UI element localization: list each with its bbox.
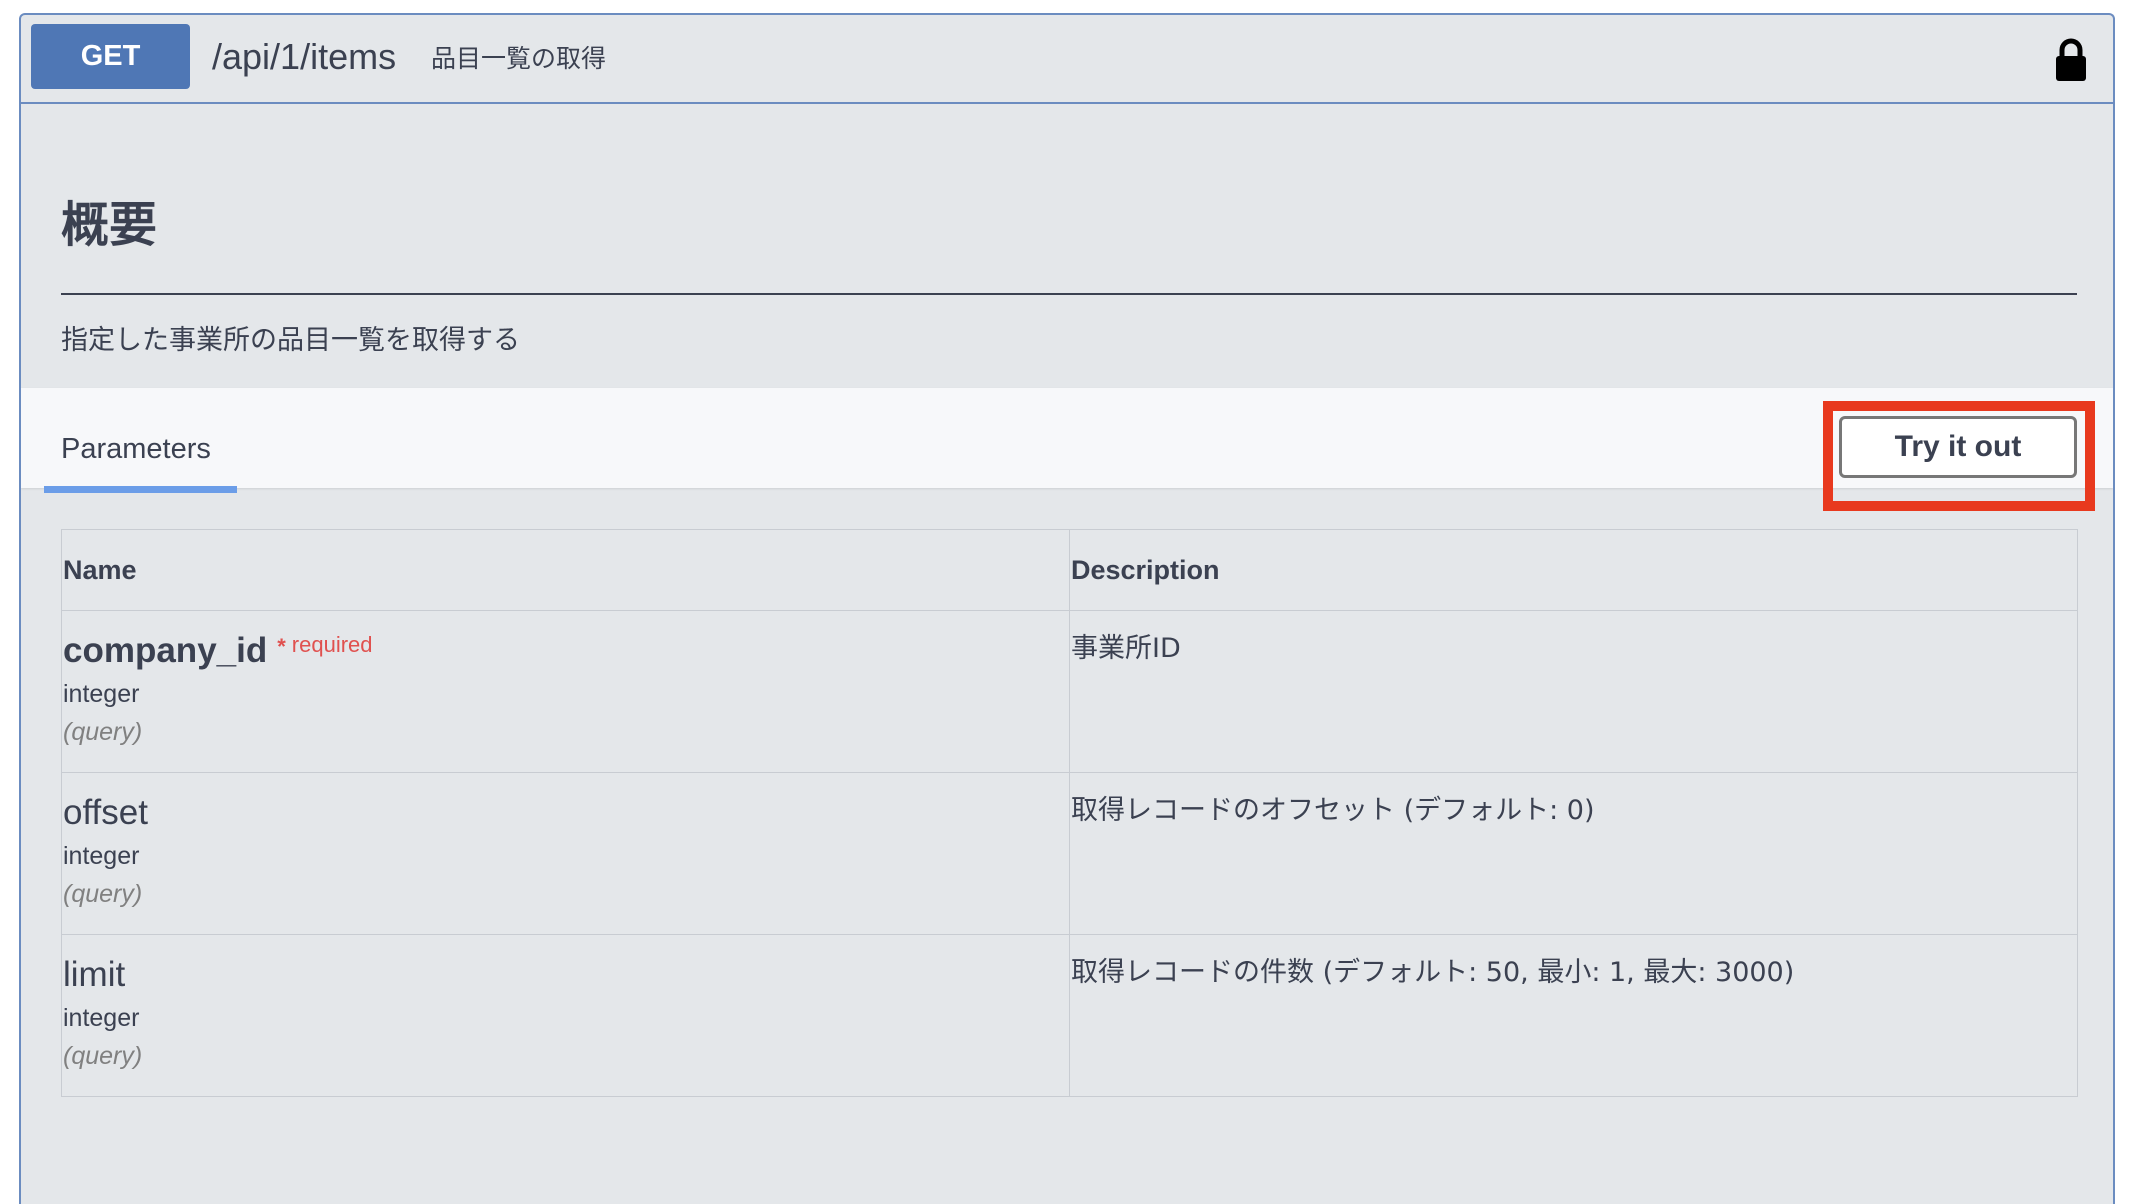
parameter-location: (query)	[63, 1042, 143, 1070]
table-row: limit integer (query) 取得レコードの件数 (デフォルト: …	[61, 934, 2078, 1097]
section-title: 概要	[61, 197, 158, 253]
parameter-name-text: company_id	[63, 631, 268, 670]
parameter-description-cell: 事業所ID	[1069, 610, 2078, 773]
column-header-name: Name	[61, 529, 1070, 611]
section-description: 指定した事業所の品目一覧を取得する	[61, 325, 520, 356]
parameter-description: 取得レコードのオフセット (デフォルト: 0)	[1071, 795, 1595, 826]
parameter-name-cell: company_id * required integer (query)	[61, 610, 1070, 773]
lock-icon[interactable]	[2051, 37, 2091, 85]
parameter-type: integer	[63, 680, 140, 708]
tab-parameters[interactable]: Parameters	[61, 429, 211, 469]
parameter-name-cell: limit integer (query)	[61, 934, 1070, 1097]
try-it-out-button[interactable]: Try it out	[1839, 416, 2077, 478]
table-header-row: Name Description	[61, 529, 2078, 611]
parameter-location: (query)	[63, 718, 143, 746]
parameter-type: integer	[63, 842, 140, 870]
required-star: *	[277, 634, 286, 659]
parameters-table: Name Description company_id * required int…	[61, 529, 2078, 1097]
parameter-type: integer	[63, 1004, 140, 1032]
required-label: required	[291, 632, 373, 657]
operation-summary-text: 品目一覧の取得	[431, 44, 607, 73]
section-divider	[61, 293, 2077, 295]
parameter-name-cell: offset integer (query)	[61, 772, 1070, 935]
tab-active-indicator	[44, 486, 237, 493]
parameters-header: Parameters Try it out	[21, 388, 2113, 511]
parameter-location: (query)	[63, 880, 143, 908]
parameter-name: company_id * required	[63, 629, 1069, 673]
parameter-description: 取得レコードの件数 (デフォルト: 50, 最小: 1, 最大: 3000)	[1071, 957, 1795, 988]
parameter-name: limit	[63, 955, 126, 994]
http-method-badge: GET	[31, 24, 190, 89]
column-header-description: Description	[1069, 529, 2078, 611]
parameter-name: offset	[63, 793, 148, 832]
operation-path: /api/1/items	[212, 36, 397, 77]
table-row: offset integer (query) 取得レコードのオフセット (デフォ…	[61, 772, 2078, 935]
parameter-description-cell: 取得レコードの件数 (デフォルト: 50, 最小: 1, 最大: 3000)	[1069, 934, 2078, 1097]
operation-block: GET /api/1/items 品目一覧の取得 概要 指定した事業所の品目一覧…	[19, 13, 2115, 1204]
parameter-description: 事業所ID	[1071, 633, 1181, 664]
operation-summary[interactable]: GET /api/1/items 品目一覧の取得	[21, 15, 2113, 104]
table-row: company_id * required integer (query) 事業所I…	[61, 610, 2078, 773]
parameter-description-cell: 取得レコードのオフセット (デフォルト: 0)	[1069, 772, 2078, 935]
